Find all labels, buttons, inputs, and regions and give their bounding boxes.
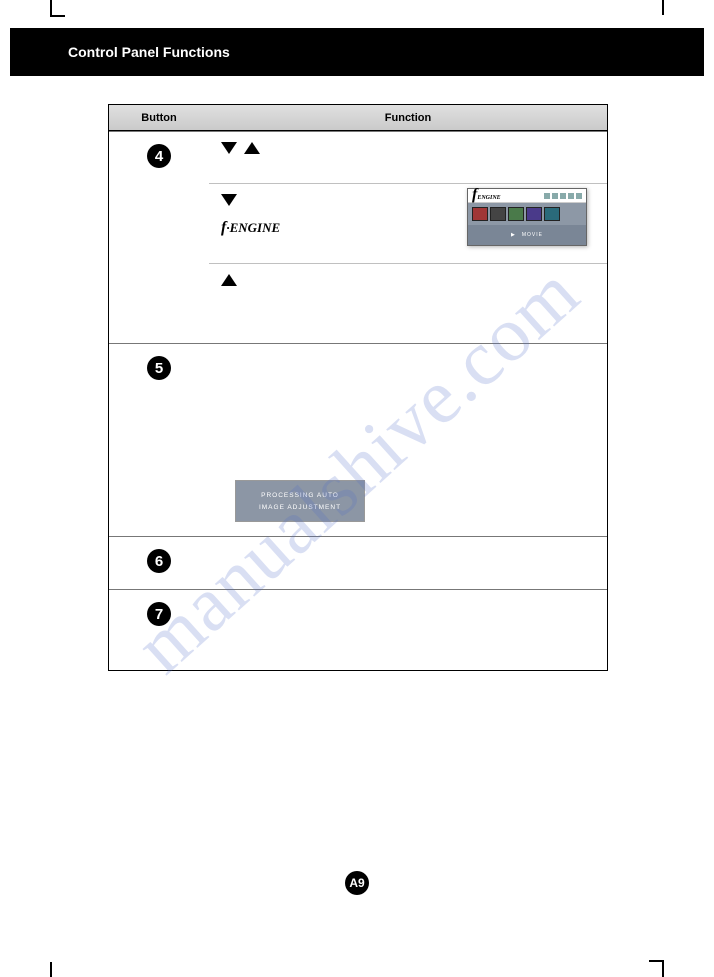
- row4-up-line1: Use this button to enter SOURCE menu ite…: [221, 291, 595, 305]
- controls-table: Button Function 4 Button Use these butto…: [108, 104, 608, 671]
- down-icon: [221, 194, 237, 206]
- fengine-osd: fENGINE ▶MOVIE: [467, 188, 587, 246]
- up-icon: [221, 274, 237, 286]
- row6-label: Power Button: [221, 547, 595, 561]
- osd-footer: MOVIE: [522, 232, 543, 239]
- row7-label: Power Indicator: [221, 600, 595, 614]
- up-icon: [244, 142, 260, 154]
- proc-line1: PROCESSING AUTO: [261, 491, 339, 500]
- down-icon: [221, 142, 237, 154]
- row5-subdesc: Use this button to enter a selection in …: [221, 368, 595, 382]
- num-5: 5: [147, 356, 171, 380]
- table-header: Button Function: [109, 105, 607, 131]
- row7-desc2: If the display is in Sleep(Energy Saving…: [221, 628, 595, 656]
- num-6: 6: [147, 549, 171, 573]
- row-6: 6 Power Button Use this button to turn t…: [109, 536, 607, 589]
- row5-res: 1680 x 1050: [221, 460, 595, 474]
- num-7: 7: [147, 602, 171, 626]
- processing-box: PROCESSING AUTO IMAGE ADJUSTMENT: [235, 480, 365, 522]
- row4-up-line2: For more information, refer to page A18.: [221, 305, 595, 319]
- page-number: A9: [345, 871, 369, 895]
- num-4: 4: [147, 144, 171, 168]
- row-4: 4 Button Use these buttons to select or …: [109, 131, 607, 343]
- row4-title: Button: [263, 146, 295, 157]
- row5-best: The best display mode is: [221, 446, 595, 460]
- th-function: Function: [209, 105, 607, 130]
- row4-desc: Use these buttons to select or adjust fu…: [221, 159, 595, 173]
- page-header: Control Panel Functions: [10, 28, 704, 76]
- fengine-logo: f·ENGINE: [221, 220, 280, 235]
- row6-desc: Use this button to turn the display on o…: [221, 561, 595, 575]
- row5-label: AUTO/SET Button: [221, 354, 595, 368]
- row7-desc: This indicator lights up blue when the d…: [221, 614, 595, 628]
- proc-line2: IMAGE ADJUSTMENT: [259, 503, 341, 512]
- header-title: Control Panel Functions: [68, 44, 230, 60]
- row5-heading: AUTO IMAGE ADJUSTMENT: [221, 386, 595, 400]
- th-button: Button: [109, 105, 209, 130]
- row-5: 5 AUTO/SET Button Use this button to ent…: [109, 343, 607, 536]
- row-7: 7 Power Indicator This indicator lights …: [109, 589, 607, 670]
- row5-para: When adjusting your display settings, al…: [221, 400, 595, 442]
- fengine-logo-small: fENGINE: [472, 184, 501, 206]
